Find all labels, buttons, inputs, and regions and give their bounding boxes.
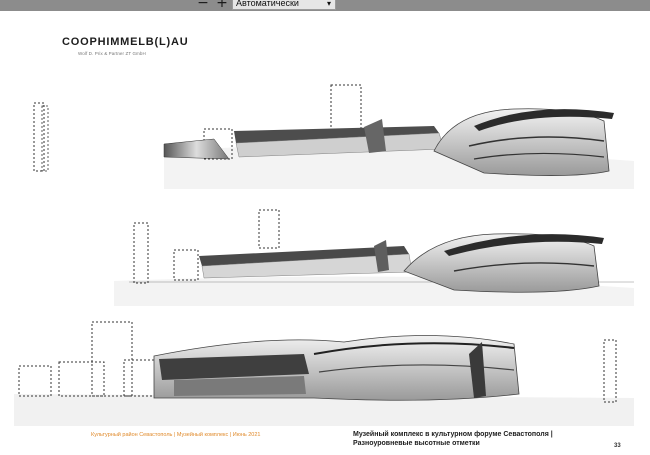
elevation-render-2 (114, 209, 634, 306)
pdf-toolbar: − + Автоматически ▾ (0, 0, 650, 11)
footer-title-line-1: Музейный комплекс в культурном форуме Се… (353, 431, 553, 438)
chevron-down-icon: ▾ (326, 0, 331, 8)
elevation-render-1 (33, 84, 634, 189)
company-logo: COOPHIMMELB(L)AU (62, 36, 189, 48)
footer-title-line-2: Разноуровневые высотные отметки (353, 440, 480, 447)
zoom-out-button[interactable]: − (196, 0, 210, 11)
document-page: COOPHIMMELB(L)AU Wolf D. Prix & Partner … (0, 11, 650, 455)
zoom-in-button[interactable]: + (215, 0, 229, 11)
footer-project-info: Культурный район Севастополь | Музейный … (91, 432, 261, 438)
footer-slide-title: Музейный комплекс в культурном форуме Се… (353, 430, 553, 448)
zoom-select-value: Автоматически (236, 0, 299, 8)
company-logo-subtitle: Wolf D. Prix & Partner ZT GmbH (78, 51, 146, 56)
zoom-select[interactable]: Автоматически ▾ (232, 0, 336, 10)
elevation-render-3 (14, 321, 634, 426)
page-number: 33 (614, 443, 621, 449)
